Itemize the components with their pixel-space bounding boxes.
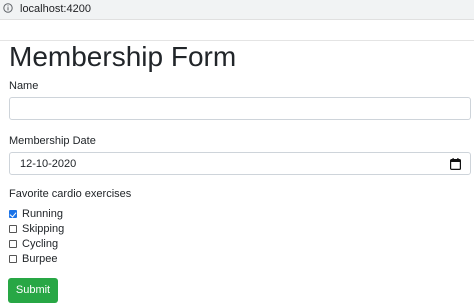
name-input[interactable] [9, 97, 471, 120]
address-url[interactable]: localhost:4200 [20, 3, 91, 15]
running-label[interactable]: Running [22, 207, 63, 221]
exercise-option-burpee[interactable]: Burpee [9, 252, 57, 266]
running-checkbox[interactable] [9, 210, 17, 218]
membership-date-value[interactable]: 12-10-2020 [20, 157, 76, 171]
membership-date-label: Membership Date [9, 135, 96, 147]
exercises-label: Favorite cardio exercises [9, 188, 132, 200]
name-label: Name [9, 80, 39, 92]
membership-date-input[interactable]: 12-10-2020 [9, 152, 471, 175]
burpee-checkbox[interactable] [9, 255, 17, 263]
exercise-option-skipping[interactable]: Skipping [9, 222, 64, 236]
page-title: Membership Form [9, 41, 237, 72]
skipping-label[interactable]: Skipping [22, 222, 64, 236]
info-icon[interactable] [3, 3, 13, 13]
burpee-label[interactable]: Burpee [22, 252, 57, 266]
exercise-option-cycling[interactable]: Cycling [9, 237, 58, 251]
submit-button[interactable]: Submit [8, 278, 58, 303]
cycling-checkbox[interactable] [9, 240, 17, 248]
skipping-checkbox[interactable] [9, 225, 17, 233]
cycling-label[interactable]: Cycling [22, 237, 58, 251]
exercise-option-running[interactable]: Running [9, 207, 63, 221]
browser-address-bar[interactable]: localhost:4200 [0, 0, 474, 20]
calendar-icon[interactable] [450, 158, 461, 170]
